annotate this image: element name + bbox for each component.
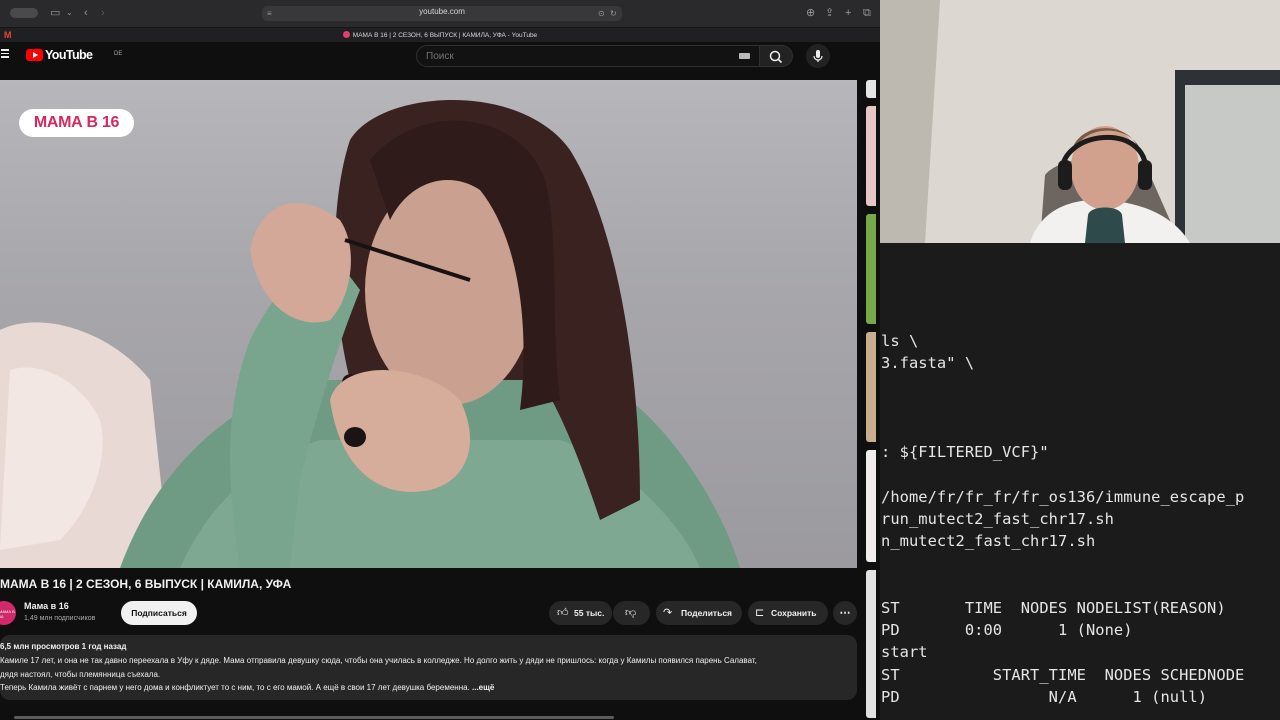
channel-name[interactable]: Мама в 16: [24, 601, 69, 611]
thumbs-down-icon: 👎︎: [625, 607, 637, 619]
sidebar-icon[interactable]: ▭: [50, 6, 60, 20]
bookmark-icon: ⊏: [755, 607, 765, 619]
terminal-line: ls \: [881, 332, 919, 350]
terminal-line: ST TIME NODES NODELIST(REASON): [881, 599, 1226, 617]
terminal-line: n_mutect2_fast_chr17.sh: [881, 532, 1096, 550]
microphone-icon: [813, 50, 823, 62]
search-button[interactable]: [760, 45, 793, 67]
show-logo: МАМА В 16: [19, 109, 134, 137]
terminal-line: /home/fr/fr_fr/fr_os136/immune_escape_p: [881, 488, 1245, 506]
address-text: youtube.com: [419, 7, 465, 16]
youtube-play-icon: [26, 49, 43, 61]
reload-icon[interactable]: ↻: [610, 7, 617, 21]
recommendation-thumbnail[interactable]: [866, 214, 876, 324]
avatar[interactable]: МАМА В 16: [0, 601, 16, 625]
recommendation-thumbnail[interactable]: [866, 570, 876, 718]
browser-toolbar: ▭ ⌄ ‹ › ≡ youtube.com ⊙ ↻ ⊕ ⇪ + ⧉: [0, 0, 880, 27]
window-controls[interactable]: [10, 8, 38, 18]
terminal-line: : ${FILTERED_VCF}": [881, 443, 1049, 461]
search-input[interactable]: [426, 51, 706, 62]
terminal-line: ST START_TIME NODES SCHEDNODE: [881, 666, 1245, 684]
recommendation-thumbnail[interactable]: [866, 450, 876, 562]
description-line: дядя настоял, чтобы племянница съехала.: [0, 670, 161, 679]
recommendation-thumbnail[interactable]: [866, 80, 876, 98]
share-icon: ↷: [663, 607, 673, 619]
save-button[interactable]: ⊏ Сохранить: [748, 601, 828, 625]
like-button[interactable]: 👍︎ 55 тыс.: [549, 601, 612, 625]
download-icon[interactable]: ⊕: [806, 6, 815, 20]
description-text: Теперь Камила живёт с парнем у него дома…: [0, 683, 470, 692]
screen: ▭ ⌄ ‹ › ≡ youtube.com ⊙ ↻ ⊕ ⇪ + ⧉ M МАМА…: [0, 0, 1280, 720]
search-icon: [769, 50, 783, 64]
more-actions-button[interactable]: ⋯: [833, 601, 857, 625]
address-bar[interactable]: ≡ youtube.com ⊙ ↻: [262, 6, 622, 21]
region-code: DE: [114, 51, 123, 57]
search-box[interactable]: [416, 45, 760, 67]
keyboard-icon[interactable]: [739, 53, 750, 59]
tab-title: МАМА В 16 | 2 СЕЗОН, 6 ВЫПУСК | КАМИЛА, …: [352, 32, 538, 39]
description-line: Теперь Камила живёт с парнем у него дома…: [0, 683, 494, 692]
webcam-feed: [880, 0, 1280, 243]
tab-overview-icon[interactable]: ⧉: [863, 6, 871, 20]
webcam-image: [880, 0, 1280, 243]
share-button[interactable]: ↷ Поделиться: [656, 601, 742, 625]
video-title: МАМА В 16 | 2 СЕЗОН, 6 ВЫПУСК | КАМИЛА, …: [0, 577, 292, 591]
new-tab-icon[interactable]: +: [845, 6, 851, 20]
active-tab[interactable]: МАМА В 16 | 2 СЕЗОН, 6 ВЫПУСК | КАМИЛА, …: [0, 31, 880, 39]
terminal-line: start: [881, 643, 928, 661]
terminal-line: PD N/A 1 (null): [881, 688, 1208, 706]
terminal-line: PD 0:00 1 (None): [881, 621, 1133, 639]
terminal-line: 3.fasta" \: [881, 354, 975, 372]
more-icon: ⋯: [839, 607, 851, 619]
menu-icon[interactable]: [1, 49, 9, 58]
show-more-link[interactable]: ...ещё: [472, 683, 494, 692]
voice-search-button[interactable]: [806, 44, 830, 68]
avatar-label: МАМА В 16: [0, 609, 15, 619]
description-line: Камиле 17 лет, и она не так давно переех…: [0, 656, 757, 665]
recommendation-thumbnail[interactable]: [866, 106, 876, 206]
video-frame: МАМА В 16: [0, 80, 857, 568]
terminal-line: run_mutect2_fast_chr17.sh: [881, 510, 1114, 528]
back-icon[interactable]: ‹: [84, 6, 88, 20]
tab-bar: M МАМА В 16 | 2 СЕЗОН, 6 ВЫПУСК | КАМИЛА…: [0, 27, 880, 42]
video-player[interactable]: МАМА В 16: [0, 80, 857, 568]
video-scene: [0, 100, 740, 568]
chevron-down-icon[interactable]: ⌄: [66, 6, 73, 20]
dislike-button[interactable]: 👎︎: [613, 601, 650, 625]
channel-subscribers: 1,49 млн подписчиков: [24, 615, 96, 622]
youtube-logo-text: YouTube: [45, 48, 93, 62]
forward-icon[interactable]: ›: [101, 6, 105, 20]
horizontal-scrollbar[interactable]: [14, 716, 614, 719]
save-label: Сохранить: [771, 608, 817, 618]
subscribe-button[interactable]: Подписаться: [121, 601, 197, 625]
terminal[interactable]: ls \ 3.fasta" \ : ${FILTERED_VCF}" /home…: [880, 243, 1280, 720]
browser-window: ▭ ⌄ ‹ › ≡ youtube.com ⊙ ↻ ⊕ ⇪ + ⧉ M МАМА…: [0, 0, 880, 720]
tab-favicon-icon: [342, 31, 350, 38]
youtube-header: YouTube DE: [0, 42, 880, 69]
translate-icon[interactable]: ⊙: [598, 7, 605, 21]
thumbs-up-icon: 👍︎: [557, 607, 569, 619]
share-label: Поделиться: [681, 608, 733, 618]
like-count: 55 тыс.: [574, 608, 605, 618]
recommendations-sidebar: [866, 80, 880, 720]
video-description[interactable]: 6,5 млн просмотров 1 год назад Камиле 17…: [0, 635, 857, 700]
share-browser-icon[interactable]: ⇪: [825, 6, 834, 20]
view-stats: 6,5 млн просмотров 1 год назад: [0, 642, 127, 651]
recommendation-thumbnail[interactable]: [866, 332, 876, 442]
